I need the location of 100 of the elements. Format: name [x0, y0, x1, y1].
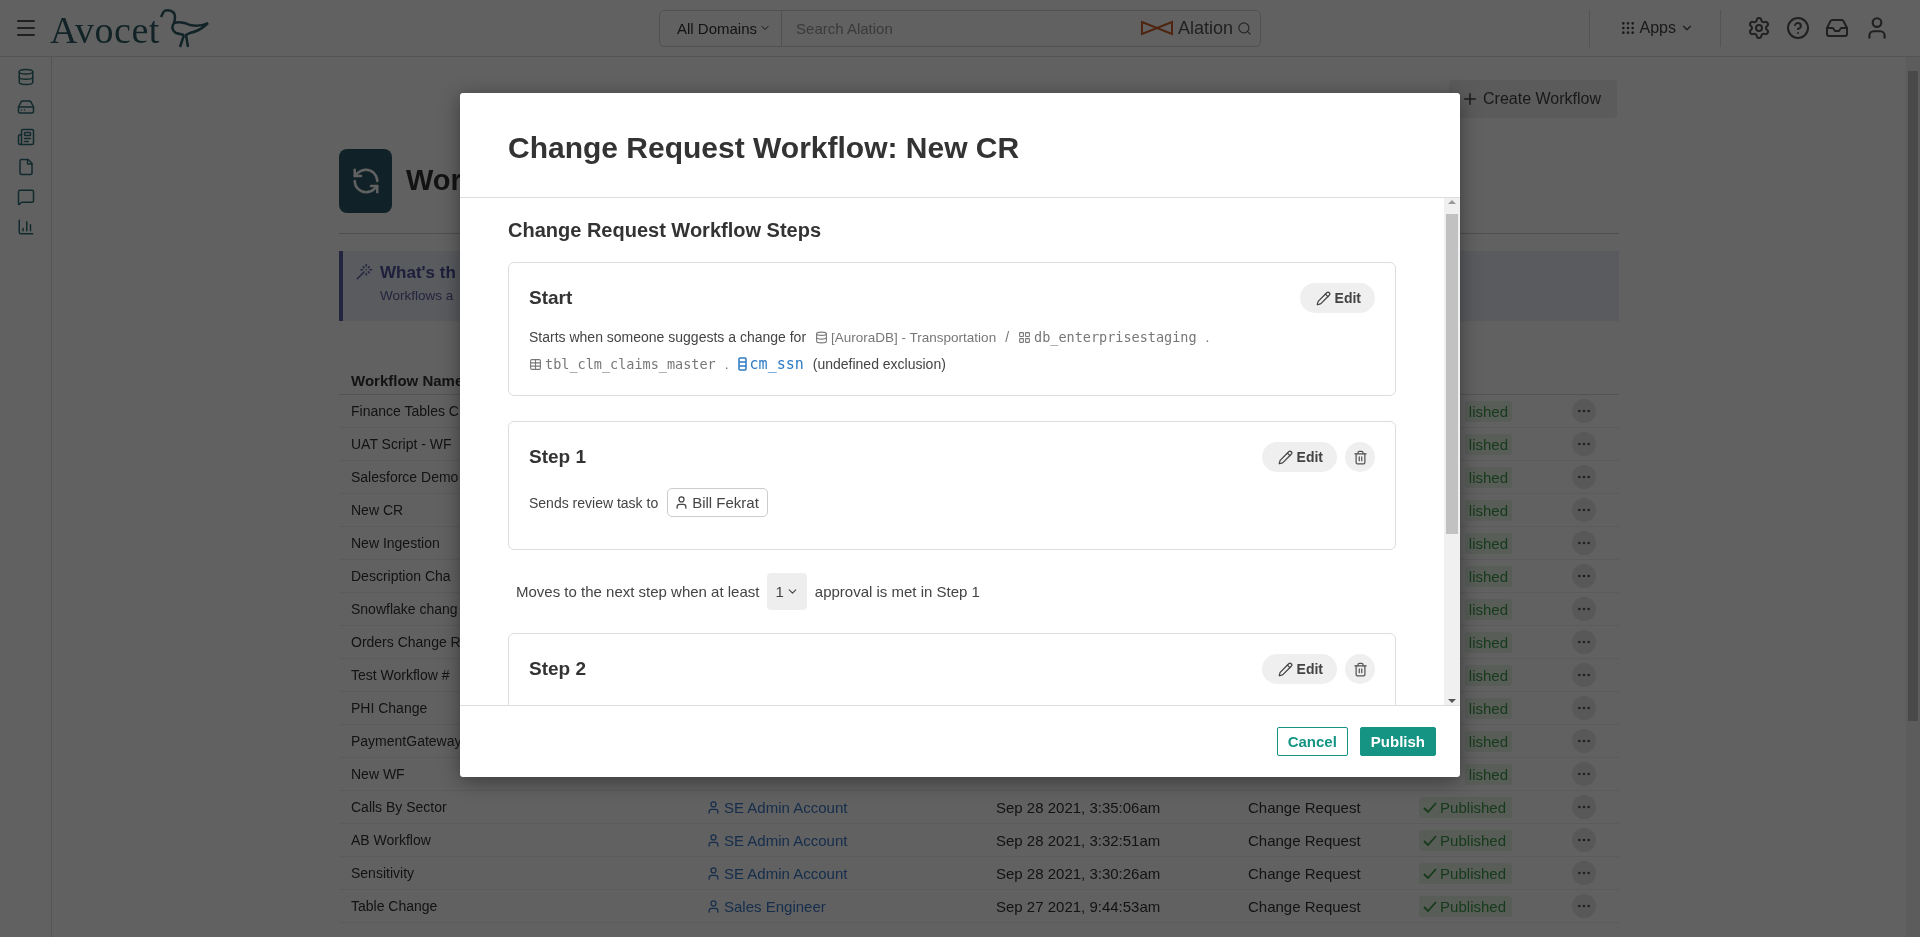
workflow-name: New Ingestion [351, 535, 440, 551]
owner-link[interactable]: SE Admin Account [706, 864, 848, 882]
sidebar-item[interactable] [16, 98, 35, 116]
owner-link[interactable]: SE Admin Account [706, 798, 848, 816]
chat-icon [16, 188, 35, 206]
workflow-name: Snowflake chang [351, 601, 458, 617]
user-icon [706, 832, 721, 848]
edit-button[interactable]: Edit [1299, 283, 1375, 313]
trash-icon [1352, 449, 1368, 465]
status-badge: lished [1464, 763, 1512, 785]
workflow-name: Salesforce Demo [351, 469, 459, 485]
more-button[interactable] [1572, 597, 1596, 621]
sidebar-item[interactable] [16, 158, 35, 176]
workflow-name: Description Cha [351, 568, 451, 584]
edit-button[interactable]: Edit [1261, 442, 1337, 472]
pencil-icon [1277, 661, 1293, 677]
advance-text: Moves to the next step when at least [516, 583, 760, 600]
more-button[interactable] [1572, 861, 1596, 885]
database-icon [815, 330, 829, 344]
step-title: Step 1 [529, 446, 587, 468]
inbox-icon [1825, 16, 1849, 40]
workflow-icon [339, 148, 392, 213]
more-button[interactable] [1572, 465, 1596, 489]
file-icon [16, 158, 35, 176]
step-description: Starts when someone suggests a change for [529, 329, 807, 345]
status-badge: Published [1419, 862, 1512, 884]
status-badge: lished [1464, 466, 1512, 488]
status-badge: Published [1419, 796, 1512, 818]
workflow-name: PHI Change [351, 700, 428, 716]
pencil-icon [1315, 290, 1331, 306]
status-badge: lished [1464, 565, 1512, 587]
date-cell: Sep 28 2021, 3:35:06am [996, 798, 1161, 816]
step-title: Start [529, 287, 573, 309]
delete-button[interactable] [1345, 442, 1375, 472]
sidebar-item[interactable] [16, 68, 35, 86]
edit-button[interactable]: Edit [1261, 654, 1337, 684]
path-item: db_enterprisestaging [1018, 329, 1197, 345]
exclusion-note: (undefined exclusion) [812, 356, 946, 372]
wand-icon [355, 263, 373, 281]
date-cell: Sep 27 2021, 9:44:53am [996, 897, 1161, 915]
settings-button[interactable] [1747, 16, 1771, 40]
owner-link[interactable]: SE Admin Account [706, 831, 848, 849]
workflow-name: Orders Change R [351, 634, 461, 650]
more-button[interactable] [1572, 498, 1596, 522]
create-workflow-button[interactable]: Create Workflow [1449, 80, 1617, 118]
apps-button[interactable]: Apps [1588, 9, 1721, 47]
logo-text: Avocet [50, 11, 160, 49]
owner-link[interactable]: Sales Engineer [706, 897, 826, 915]
check-icon [1423, 834, 1438, 846]
more-button[interactable] [1572, 795, 1596, 819]
workflow-name: AB Workflow [351, 832, 431, 848]
more-button[interactable] [1572, 432, 1596, 456]
path-item: [AuroraDB] - Transportation [815, 329, 997, 345]
more-button[interactable] [1572, 729, 1596, 753]
bird-logo-icon [159, 7, 210, 49]
more-button[interactable] [1572, 894, 1596, 918]
column-link[interactable]: cm_ssn [737, 355, 804, 373]
more-button[interactable] [1572, 663, 1596, 687]
banner-title: What's th [380, 263, 456, 283]
publish-button[interactable]: Publish [1359, 727, 1436, 756]
delete-button[interactable] [1345, 654, 1375, 684]
status-badge: lished [1464, 664, 1512, 686]
workflow-name: Table Change [351, 898, 438, 914]
type-cell: Change Request [1248, 897, 1361, 915]
more-button[interactable] [1572, 399, 1596, 423]
status-badge: lished [1464, 598, 1512, 620]
sidebar-item[interactable] [16, 128, 35, 146]
assignee-chip[interactable]: Bill Fekrat [667, 488, 768, 517]
approval-count-select[interactable]: 1 [767, 573, 807, 610]
workflow-name: New WF [351, 766, 405, 782]
more-button[interactable] [1572, 762, 1596, 786]
more-button[interactable] [1572, 828, 1596, 852]
help-button[interactable] [1786, 16, 1810, 40]
status-badge: Published [1419, 829, 1512, 851]
workflow-name: PaymentGateway [351, 733, 462, 749]
type-cell: Change Request [1248, 798, 1361, 816]
help-icon [1786, 16, 1810, 40]
type-cell: Change Request [1248, 864, 1361, 882]
sidebar-item[interactable] [16, 218, 35, 236]
inbox-button[interactable] [1825, 16, 1849, 40]
more-button[interactable] [1572, 696, 1596, 720]
more-button[interactable] [1572, 630, 1596, 654]
scrollbar[interactable] [1444, 198, 1460, 705]
status-badge: lished [1464, 532, 1512, 554]
more-button[interactable] [1572, 531, 1596, 555]
workflow-name: New CR [351, 502, 404, 518]
sidebar-item[interactable] [16, 188, 35, 206]
table-icon [529, 357, 542, 371]
scrollbar[interactable] [1906, 57, 1920, 937]
user-icon [674, 495, 690, 510]
workflow-name: UAT Script - WF [351, 436, 452, 452]
advance-text: approval is met in Step 1 [814, 583, 980, 600]
dialog-title: Change Request Workflow: New CR [508, 131, 1020, 165]
list-card-icon [16, 128, 35, 146]
more-button[interactable] [1572, 564, 1596, 588]
status-badge: lished [1464, 697, 1512, 719]
pencil-icon [1277, 449, 1293, 465]
bar-chart-icon [16, 218, 35, 236]
workflow-name: Sensitivity [351, 865, 415, 881]
cancel-button[interactable]: Cancel [1276, 727, 1348, 756]
